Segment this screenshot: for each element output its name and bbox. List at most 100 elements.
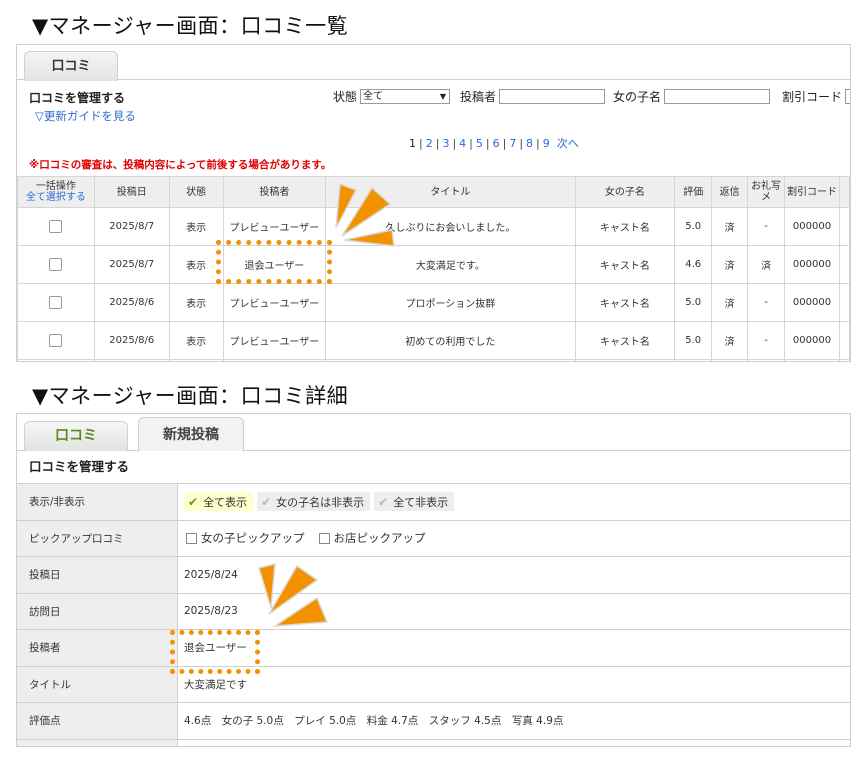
row-girl: キャスト名 [574,283,676,322]
select-all-link[interactable]: 全て選択する [26,192,86,203]
next-page-link[interactable]: 次へ [557,137,579,150]
row-checkbox[interactable] [49,334,63,347]
pickup-row: ピックアップ口コミ 女の子ピックアップ お店ピックアップ [17,520,850,557]
check-icon: ✔ [261,494,272,509]
visibility-label: 表示/非表示 [17,484,178,520]
page-9[interactable]: 9 [543,137,550,150]
post-date-row: 投稿日 2025/8/24 [17,557,850,594]
update-guide-link[interactable]: ▽更新ガイドを見る [35,108,136,124]
tab-new-post[interactable]: 新規投稿 [138,417,244,452]
page-6[interactable]: 6 [493,137,500,150]
row-checkbox[interactable] [49,296,63,309]
row-reply: 済 [711,245,749,284]
title-value: 大変満足です [184,678,247,691]
visit-date-row: 訪問日 2025/8/23 [17,593,850,630]
table-row [17,359,850,361]
row-title[interactable]: プロポーション抜群 [325,283,576,322]
hide-girl-name-option[interactable]: ✔ 女の子名は非表示 [257,492,371,512]
row-date: 2025/8/7 [93,207,170,246]
tab-bar: 口コミ [17,45,850,81]
table-row[interactable]: 2025/8/6 表示 プレビューユーザー 初めての利用でした キャスト名 5.… [17,321,850,360]
pagination: 1 | 2 | 3 | 4 | 5 | 6 | 7 | 8 | 9 次へ [409,137,579,150]
review-detail-panel: 口コミ 新規投稿 口コミを管理する 表示/非表示 ✔ 全て表示 ✔ 女の子名は非表示… [16,413,851,747]
thanks-photo-column-header[interactable]: お礼写メ [747,176,786,208]
status-select[interactable]: 全て ▼ [360,89,451,104]
row-girl: キャスト名 [574,245,676,284]
row-code: 000000 [784,207,840,246]
row-title[interactable]: 初めての利用でした [325,321,576,360]
row-status: 表示 [168,321,224,360]
row-poster: プレビューユーザー [222,321,327,360]
page-8[interactable]: 8 [526,137,533,150]
girl-column-header[interactable]: 女の子名 [574,176,676,208]
visibility-row: 表示/非表示 ✔ 全て表示 ✔ 女の子名は非表示 ✔ 全て非表示 [17,484,850,521]
page-7[interactable]: 7 [509,137,516,150]
page-5[interactable]: 5 [476,137,483,150]
checkbox-icon [186,532,197,544]
shop-pickup-label: お店ピックアップ [333,531,426,546]
row-reply: 済 [711,207,749,246]
table-header-row: 一括操作 全て選択する 投稿日 状態 投稿者 タイトル 女の子名 評価 返信 お礼… [17,176,850,208]
row-girl: キャスト名 [574,321,676,360]
show-all-label: 全て表示 [203,495,248,509]
poster-column-header[interactable]: 投稿者 [222,176,327,208]
hide-all-option[interactable]: ✔ 全て非表示 [374,492,455,512]
rating-column-header[interactable]: 評価 [674,176,713,208]
row-code: 000000 [784,283,840,322]
row-checkbox[interactable] [49,258,63,271]
page-4[interactable]: 4 [459,137,466,150]
tab-reviews[interactable]: 口コミ [24,421,128,451]
attention-burst-icon [335,182,395,247]
row-date: 2025/8/6 [93,321,170,360]
row-status: 表示 [168,207,224,246]
date-column-header[interactable]: 投稿日 [93,176,170,208]
title-label: タイトル [17,666,178,702]
girl-name-input[interactable] [664,89,771,104]
status-column-header[interactable]: 状態 [168,176,224,208]
discount-code-column-header[interactable]: 割引コード [784,176,840,208]
girl-pickup-checkbox[interactable]: 女の子ピックアップ [186,530,305,546]
table-row[interactable]: 2025/8/6 表示 プレビューユーザー プロポーション抜群 キャスト名 5.… [17,283,850,322]
show-all-option[interactable]: ✔ 全て表示 [184,492,254,512]
table-row[interactable]: 2025/8/7 表示 退会ユーザー 大変満足です。 キャスト名 4.6 済 済… [17,245,850,284]
status-select-value: 全て [363,91,384,102]
score-row: 評価点 4.6点 女の子 5.0点 プレイ 5.0点 料金 4.7点 スタッフ … [17,703,850,740]
row-thanks: - [747,207,786,246]
page-3[interactable]: 3 [442,137,449,150]
filter-bar: 状態 全て ▼ 投稿者 女の子名 割引コード [333,88,850,105]
check-icon: ✔ [188,494,199,509]
poster-label: 投稿者 [17,630,178,666]
row-reply: 済 [711,283,749,322]
review-table: 一括操作 全て選択する 投稿日 状態 投稿者 タイトル 女の子名 評価 返信 お礼… [17,176,850,361]
pickup-label: ピックアップ口コミ [17,520,178,556]
shop-pickup-checkbox[interactable]: お店ピックアップ [318,530,426,546]
page-1: 1 [409,137,416,150]
manage-title: 口コミを管理する [29,91,126,105]
row-code: 000000 [784,321,840,360]
next-row-label [17,739,178,746]
reply-column-header[interactable]: 返信 [711,176,749,208]
row-thanks: - [747,321,786,360]
title-row: タイトル 大変満足です [17,666,850,703]
chevron-down-icon: ▼ [439,92,447,101]
discount-code-input[interactable] [845,89,850,104]
row-girl: キャスト名 [574,207,676,246]
girl-pickup-label: 女の子ピックアップ [201,531,305,546]
page-2[interactable]: 2 [426,137,433,150]
highlight-box-poster [216,240,332,284]
poster-input[interactable] [499,89,606,104]
tab-reviews[interactable]: 口コミ [24,51,118,81]
row-rating: 5.0 [674,283,713,322]
bulk-column-header: 一括操作 全て選択する [17,176,95,208]
review-list-panel: 口コミ 口コミを管理する ▽更新ガイドを見る 状態 全て ▼ 投稿者 女の子名 割… [16,44,851,362]
girl-filter-label: 女の子名 [613,90,662,104]
row-checkbox[interactable] [49,220,63,233]
row-date: 2025/8/6 [93,283,170,322]
row-reply: 済 [711,321,749,360]
attention-burst-icon [258,563,329,627]
row-thanks: 済 [747,245,786,284]
discount-filter-label: 割引コード [782,90,843,104]
manage-title: 口コミを管理する [17,451,850,484]
table-row[interactable]: 2025/8/7 表示 プレビューユーザー 久しぶりにお会いしました。 キャスト… [17,207,850,246]
row-poster: プレビューユーザー [222,283,327,322]
